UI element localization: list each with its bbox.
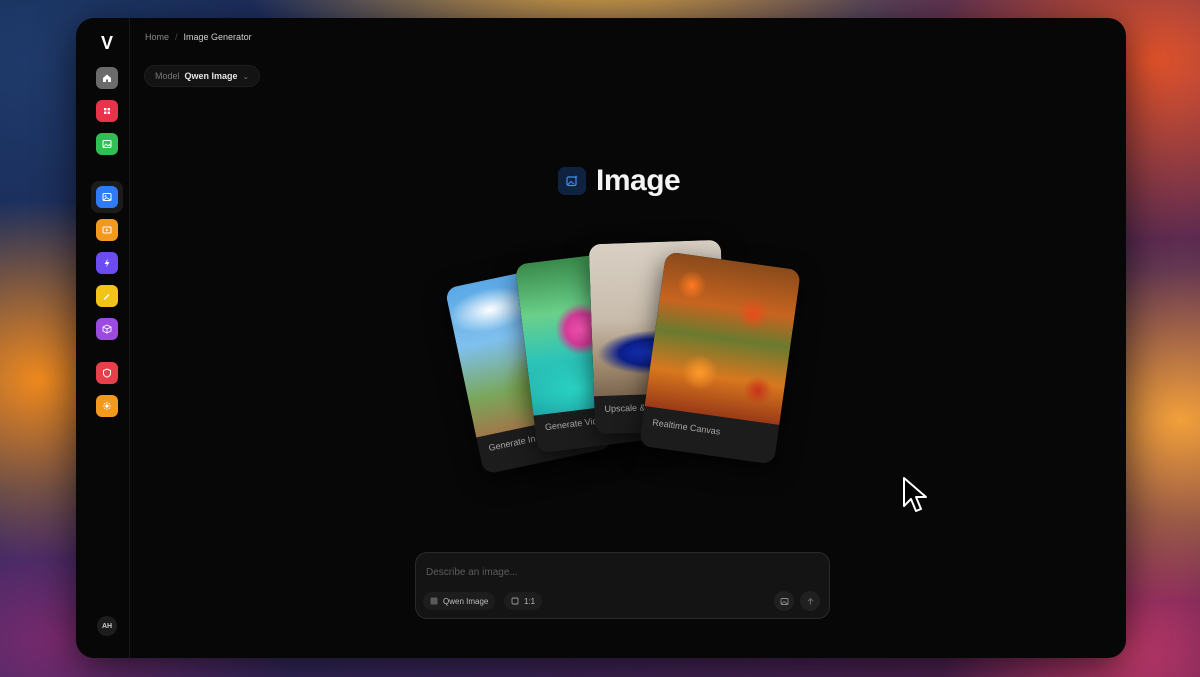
- prompt-composer: Qwen Image 1:1: [415, 552, 830, 619]
- composer-model-label: Qwen Image: [443, 596, 489, 606]
- grid-icon: [104, 108, 110, 114]
- sidebar: V AH: [76, 18, 130, 658]
- model-icon: [430, 597, 438, 605]
- sidebar-item-apps[interactable]: [96, 100, 118, 122]
- sidebar-item-gallery[interactable]: [96, 133, 118, 155]
- aspect-ratio-label: 1:1: [524, 596, 536, 606]
- sidebar-item-edit[interactable]: [96, 285, 118, 307]
- mouse-cursor-icon: [903, 477, 927, 512]
- sidebar-item-video[interactable]: [96, 219, 118, 241]
- video-icon: [102, 226, 112, 234]
- prompt-input[interactable]: [426, 563, 806, 581]
- sidebar-item-home[interactable]: [96, 67, 118, 89]
- gallery-icon: [102, 140, 112, 148]
- shield-icon: [103, 368, 111, 378]
- hero-title: Image: [558, 164, 681, 198]
- sidebar-item-enhance[interactable]: [96, 395, 118, 417]
- lightning-icon: [104, 258, 110, 268]
- aspect-ratio-icon: [511, 597, 519, 605]
- sparkle-icon: [103, 402, 111, 410]
- avatar[interactable]: AH: [97, 616, 117, 636]
- sidebar-item-3d[interactable]: [96, 318, 118, 340]
- edit-icon: [104, 294, 110, 300]
- model-selector-label: Model: [155, 71, 180, 81]
- attach-image-button[interactable]: [774, 591, 794, 611]
- cube-icon: [102, 324, 112, 334]
- app-window: V AH Home / Image Generator Model Qwen I…: [76, 18, 1126, 658]
- sidebar-item-image[interactable]: [96, 186, 118, 208]
- card-caption: Realtime Canvas: [651, 417, 721, 437]
- feature-card-realtime-canvas[interactable]: Realtime Canvas: [639, 251, 801, 465]
- send-button[interactable]: [800, 591, 820, 611]
- composer-model-chip[interactable]: Qwen Image: [423, 592, 496, 610]
- model-selector[interactable]: Model Qwen Image ⌄: [144, 65, 261, 87]
- image-upload-icon: [780, 597, 788, 605]
- page-title: Image: [596, 164, 681, 197]
- app-logo[interactable]: V: [96, 32, 118, 54]
- breadcrumb-separator: /: [175, 32, 178, 42]
- breadcrumb-home[interactable]: Home: [145, 32, 169, 42]
- breadcrumb-current: Image Generator: [183, 32, 252, 42]
- aspect-ratio-chip[interactable]: 1:1: [504, 592, 543, 610]
- image-icon: [102, 193, 112, 201]
- home-icon: [103, 74, 111, 82]
- sidebar-item-realtime[interactable]: [96, 252, 118, 274]
- model-selector-value: Qwen Image: [184, 71, 238, 81]
- breadcrumb: Home / Image Generator: [145, 32, 252, 42]
- image-generator-icon: [558, 167, 586, 195]
- arrow-up-icon: [807, 597, 813, 604]
- card-image: [644, 251, 801, 425]
- chevron-down-icon: ⌄: [242, 71, 250, 81]
- sidebar-item-security[interactable]: [96, 362, 118, 384]
